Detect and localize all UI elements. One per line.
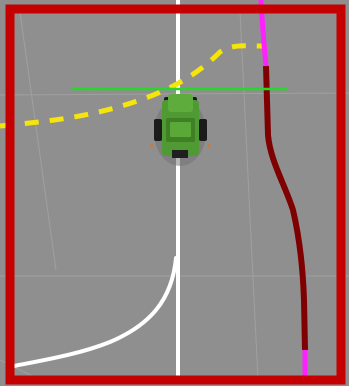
vehicle-rear-hitch — [172, 150, 188, 158]
vehicle-cab-roof — [170, 122, 191, 137]
right-light — [207, 144, 211, 148]
simulation-viewport — [0, 0, 349, 386]
top-down-scene — [0, 0, 349, 386]
vehicle-hood — [168, 94, 193, 112]
rear-right-tire — [199, 119, 207, 141]
ground-plane — [0, 0, 349, 386]
left-light — [150, 144, 154, 148]
rear-left-tire — [154, 119, 162, 141]
